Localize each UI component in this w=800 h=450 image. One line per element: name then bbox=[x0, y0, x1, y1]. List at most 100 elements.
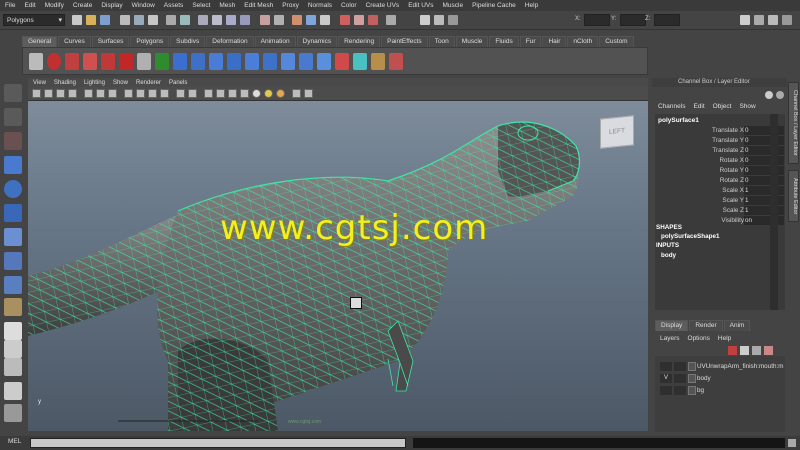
layer-playback-toggle[interactable] bbox=[674, 374, 686, 383]
attr-scale-x[interactable]: Scale X1 bbox=[655, 186, 785, 195]
isolate-select-icon[interactable] bbox=[292, 89, 301, 98]
scale-tool-icon[interactable] bbox=[4, 204, 22, 222]
menu-display[interactable]: Display bbox=[101, 2, 122, 9]
menu-muscle[interactable]: Muscle bbox=[442, 2, 463, 9]
shelf-tab-hair[interactable]: Hair bbox=[542, 36, 567, 47]
menu-modify[interactable]: Modify bbox=[45, 2, 64, 9]
move-tool-icon[interactable] bbox=[4, 156, 22, 174]
viewport-menu-panels[interactable]: Panels bbox=[169, 80, 187, 86]
viewport-menu-view[interactable]: View bbox=[33, 80, 46, 86]
ipr-render-icon[interactable] bbox=[306, 15, 316, 25]
soft-mod-icon[interactable] bbox=[4, 252, 22, 270]
transform-mode-icon[interactable] bbox=[420, 15, 430, 25]
shelf-tab-muscle[interactable]: Muscle bbox=[455, 36, 489, 47]
cylinder-tool-icon[interactable] bbox=[101, 53, 115, 70]
safe-action-icon[interactable] bbox=[148, 89, 157, 98]
four-pane-layout-icon[interactable] bbox=[4, 340, 22, 358]
torus-tool-icon[interactable] bbox=[155, 53, 169, 70]
construction-icon[interactable] bbox=[274, 15, 284, 25]
select-object-icon[interactable] bbox=[134, 15, 144, 25]
attr-value[interactable]: 1 bbox=[744, 206, 784, 215]
menu-create-uvs[interactable]: Create UVs bbox=[366, 2, 400, 9]
menu-create[interactable]: Create bbox=[73, 2, 93, 9]
poly-cube-icon[interactable] bbox=[191, 53, 205, 70]
show-menu[interactable]: Show bbox=[739, 103, 755, 110]
cone-tool-icon[interactable] bbox=[119, 53, 133, 70]
render-settings-icon[interactable] bbox=[320, 15, 330, 25]
poly-cone-icon[interactable] bbox=[227, 53, 241, 70]
shelf-tab-fur[interactable]: Fur bbox=[519, 36, 542, 47]
snap-grid-icon[interactable] bbox=[198, 15, 208, 25]
attr-scale-z[interactable]: Scale Z1 bbox=[655, 206, 785, 215]
layer-tab-anim[interactable]: Anim bbox=[723, 320, 751, 331]
camera-attributes-icon[interactable] bbox=[44, 89, 53, 98]
edit-menu[interactable]: Edit bbox=[693, 103, 704, 110]
shelf-tab-deformation[interactable]: Deformation bbox=[206, 36, 254, 47]
shelf-tab-toon[interactable]: Toon bbox=[428, 36, 455, 47]
history-icon[interactable] bbox=[260, 15, 270, 25]
menu-assets[interactable]: Assets bbox=[164, 2, 184, 9]
shelf-tab-general[interactable]: General bbox=[22, 36, 58, 47]
script-editor-icon[interactable] bbox=[788, 439, 796, 447]
channels-menu[interactable]: Channels bbox=[658, 103, 685, 110]
tool-settings-toggle-icon[interactable] bbox=[754, 15, 764, 25]
safe-title-icon[interactable] bbox=[160, 89, 169, 98]
layer-tab-render[interactable]: Render bbox=[689, 320, 723, 331]
attr-translate-y[interactable]: Translate Y0 bbox=[655, 136, 785, 145]
attr-value[interactable]: 0 bbox=[744, 146, 784, 155]
attribute-editor-toggle-icon[interactable] bbox=[740, 15, 750, 25]
viewport-menu-lighting[interactable]: Lighting bbox=[84, 80, 105, 86]
lasso-tool-icon[interactable] bbox=[4, 108, 22, 126]
layer-color-swatch[interactable] bbox=[688, 362, 696, 371]
absolute-mode-icon[interactable] bbox=[448, 15, 458, 25]
poly-prism-icon[interactable] bbox=[281, 53, 295, 70]
options-menu[interactable]: Options bbox=[688, 335, 710, 342]
select-camera-icon[interactable] bbox=[32, 89, 41, 98]
ambient-occlusion-icon[interactable] bbox=[276, 89, 285, 98]
shelf-tab-fluids[interactable]: Fluids bbox=[489, 36, 519, 47]
two-pane-layout-icon[interactable] bbox=[4, 358, 22, 376]
new-layer-selected-icon[interactable] bbox=[740, 346, 749, 355]
snap-plane-icon[interactable] bbox=[240, 15, 250, 25]
shelf-tab-subdivs[interactable]: Subdivs bbox=[170, 36, 206, 47]
hud-icon[interactable] bbox=[304, 89, 313, 98]
shadows-icon[interactable] bbox=[264, 89, 273, 98]
paint-select-icon[interactable] bbox=[4, 132, 22, 150]
poly-cylinder-icon[interactable] bbox=[209, 53, 223, 70]
help-circle-icon[interactable] bbox=[765, 91, 773, 99]
select-tool-icon[interactable] bbox=[4, 84, 22, 102]
help-icon[interactable] bbox=[47, 53, 61, 70]
paint-tool-icon[interactable] bbox=[389, 53, 403, 70]
layer-row[interactable]: bg bbox=[655, 386, 785, 396]
channel-box-scrollbar[interactable] bbox=[770, 114, 778, 310]
textured-icon[interactable] bbox=[240, 89, 249, 98]
z-field[interactable] bbox=[654, 14, 680, 26]
shape-item[interactable]: polySurfaceShape1 bbox=[661, 233, 719, 240]
mask-icon[interactable] bbox=[166, 15, 176, 25]
open-scene-icon[interactable] bbox=[86, 15, 96, 25]
menu-file[interactable]: File bbox=[5, 2, 15, 9]
render-frame-icon[interactable] bbox=[292, 15, 302, 25]
viewport-menu-show[interactable]: Show bbox=[113, 80, 128, 86]
minimize-icon[interactable] bbox=[776, 91, 784, 99]
attr-rotate-x[interactable]: Rotate X0 bbox=[655, 156, 785, 165]
poly-sphere-icon[interactable] bbox=[173, 53, 187, 70]
snap-point-icon[interactable] bbox=[226, 15, 236, 25]
poly-helix-icon[interactable] bbox=[317, 53, 331, 70]
x-field[interactable] bbox=[584, 14, 610, 26]
layer-visibility-toggle[interactable] bbox=[660, 386, 672, 395]
shelf-tab-curves[interactable]: Curves bbox=[58, 36, 91, 47]
resolution-gate-icon[interactable] bbox=[108, 89, 117, 98]
menu-edit[interactable]: Edit bbox=[24, 2, 35, 9]
viewport-menu-renderer[interactable]: Renderer bbox=[136, 80, 161, 86]
viewport-menu-shading[interactable]: Shading bbox=[54, 80, 76, 86]
layer-visibility-toggle[interactable]: V bbox=[660, 374, 672, 383]
side-tab-attribute-editor[interactable]: Attribute Editor bbox=[788, 170, 799, 222]
layers-menu[interactable]: Layers bbox=[660, 335, 680, 342]
menu-mesh[interactable]: Mesh bbox=[219, 2, 235, 9]
universal-manipulator-icon[interactable] bbox=[4, 228, 22, 246]
layout-toggle-icon[interactable] bbox=[782, 15, 792, 25]
layer-color-swatch[interactable] bbox=[688, 386, 696, 395]
graph-layout-icon[interactable] bbox=[4, 404, 22, 422]
object-menu[interactable]: Object bbox=[713, 103, 732, 110]
